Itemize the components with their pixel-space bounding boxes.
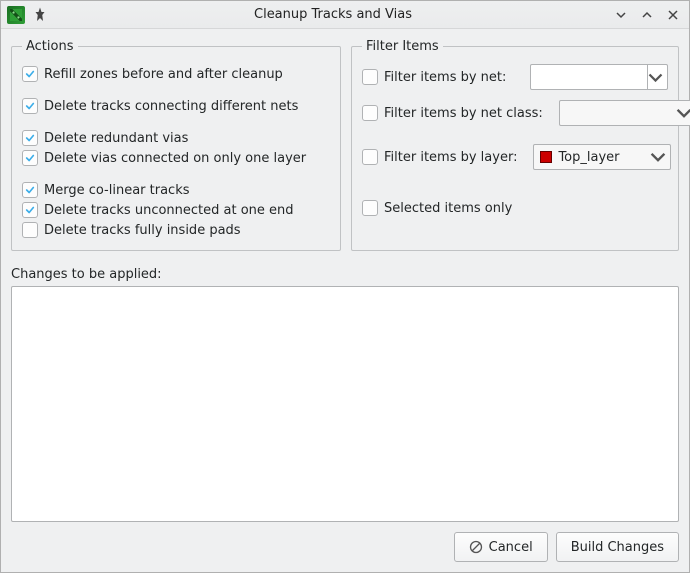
filter-by-layer-label: Filter items by layer:	[384, 150, 517, 165]
action-checkbox[interactable]	[22, 98, 38, 114]
build-changes-button[interactable]: Build Changes	[556, 532, 679, 562]
action-label: Merge co-linear tracks	[44, 183, 190, 198]
filter-by-net-class-checkbox[interactable]	[362, 105, 378, 121]
actions-legend: Actions	[22, 39, 78, 54]
action-checkbox[interactable]	[22, 182, 38, 198]
filter-by-net-label: Filter items by net:	[384, 70, 506, 85]
filter-by-layer-combo[interactable]: Top_layer	[533, 144, 671, 170]
action-label: Delete redundant vias	[44, 131, 188, 146]
cancel-button[interactable]: Cancel	[454, 532, 548, 562]
filter-by-net-class-label: Filter items by net class:	[384, 106, 543, 121]
action-checkbox[interactable]	[22, 130, 38, 146]
selected-items-only-checkbox[interactable]	[362, 200, 378, 216]
layer-swatch	[540, 151, 552, 163]
maximize-button[interactable]	[637, 5, 657, 25]
actions-fieldset: Actions Refill zones before and after cl…	[11, 39, 341, 251]
changes-label: Changes to be applied:	[11, 267, 679, 282]
minimize-button[interactable]	[611, 5, 631, 25]
filter-fieldset: Filter Items Filter items by net: F	[351, 39, 679, 251]
chevron-down-icon	[647, 65, 663, 89]
filter-by-layer-checkbox[interactable]	[362, 149, 378, 165]
filter-by-net-checkbox[interactable]	[362, 69, 378, 85]
filter-by-net-combo[interactable]	[530, 64, 668, 90]
action-label: Delete tracks connecting different nets	[44, 99, 298, 114]
titlebar: Cleanup Tracks and Vias	[1, 1, 689, 29]
action-checkbox[interactable]	[22, 150, 38, 166]
action-label: Delete vias connected on only one layer	[44, 151, 306, 166]
cancel-icon	[469, 540, 483, 554]
action-label: Delete tracks unconnected at one end	[44, 203, 294, 218]
pin-icon[interactable]	[31, 6, 49, 24]
close-button[interactable]	[663, 5, 683, 25]
action-label: Refill zones before and after cleanup	[44, 67, 283, 82]
changes-list[interactable]	[11, 286, 679, 522]
filter-by-net-class-combo[interactable]	[559, 100, 690, 126]
action-checkbox[interactable]	[22, 222, 38, 238]
action-checkbox[interactable]	[22, 66, 38, 82]
selected-items-only-label: Selected items only	[384, 201, 512, 216]
action-label: Delete tracks fully inside pads	[44, 223, 241, 238]
action-checkbox[interactable]	[22, 202, 38, 218]
filter-legend: Filter Items	[362, 39, 443, 54]
chevron-down-icon	[650, 145, 666, 169]
chevron-down-icon	[676, 101, 690, 125]
window-title: Cleanup Tracks and Vias	[55, 7, 611, 22]
app-icon	[7, 6, 25, 24]
